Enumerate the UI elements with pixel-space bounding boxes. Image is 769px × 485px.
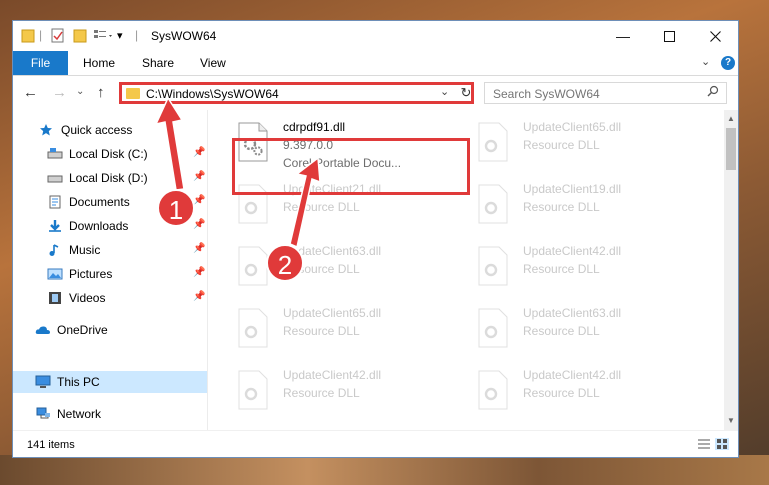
arrow-2 xyxy=(289,156,321,249)
step-1-badge: 1 xyxy=(157,189,195,227)
arrow-1 xyxy=(154,96,185,191)
step-2-badge: 2 xyxy=(266,244,304,282)
annotation-arrows xyxy=(154,96,321,249)
